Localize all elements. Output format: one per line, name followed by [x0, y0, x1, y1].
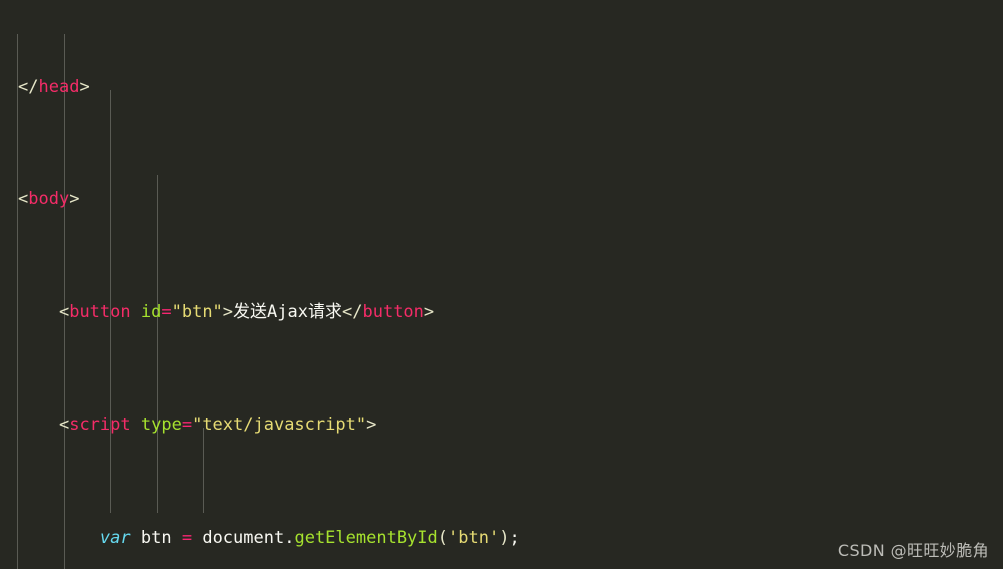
attr-value-btn: "btn" [171, 302, 223, 323]
code-line-script-open[interactable]: <script type="text/javascript"> [0, 411, 1003, 439]
paren-open: ( [437, 527, 449, 548]
tag-close-punc: > [69, 189, 80, 210]
code-line-button[interactable]: <button id="btn">发送Ajax请求</button> [0, 298, 1003, 326]
method-getElementById: getElementById [294, 527, 438, 548]
tag-close-punc: > [222, 302, 234, 323]
attr-equals: = [181, 415, 193, 435]
keyword-var: var [99, 527, 131, 548]
attr-name-type: type [140, 415, 182, 435]
tag-name-button-open: button [69, 302, 131, 323]
tag-name-head: head [38, 76, 80, 97]
tag-close-punc: > [423, 302, 435, 323]
attr-value-type: "text/javascript" [192, 415, 367, 435]
identifier-document: document [202, 527, 285, 548]
attr-name-id: id [140, 302, 162, 323]
code-content[interactable]: </head> <body> <button id="btn">发送Ajax请求… [0, 0, 1003, 569]
tag-open-punc: < [58, 415, 70, 435]
tag-close-punc: > [366, 415, 377, 435]
operator-assign: = [181, 527, 193, 548]
dot-punc: . [284, 527, 295, 548]
button-inner-text: 发送Ajax请求 [233, 302, 342, 323]
csdn-watermark: CSDN @旺旺妙脆角 [837, 541, 989, 560]
tag-open-punc: </ [18, 76, 39, 97]
tag-name-body: body [28, 189, 70, 210]
code-line-head-close[interactable]: </head> [0, 73, 1003, 101]
attr-equals: = [161, 302, 172, 323]
tag-open-punc: < [58, 302, 70, 323]
code-editor-viewport[interactable]: </head> <body> <button id="btn">发送Ajax请求… [0, 0, 1003, 569]
string-btn: 'btn' [448, 527, 500, 548]
code-line-body-open[interactable]: <body> [0, 185, 1003, 213]
identifier-btn: btn [140, 527, 172, 548]
tag-open-punc: < [18, 189, 29, 210]
tag-open-punc: </ [342, 302, 363, 323]
paren-close: ) [499, 527, 510, 548]
semicolon: ; [509, 527, 520, 548]
tag-name-script: script [69, 415, 131, 435]
tag-close-punc: > [79, 76, 90, 97]
tag-name-button-close: button [362, 302, 424, 323]
